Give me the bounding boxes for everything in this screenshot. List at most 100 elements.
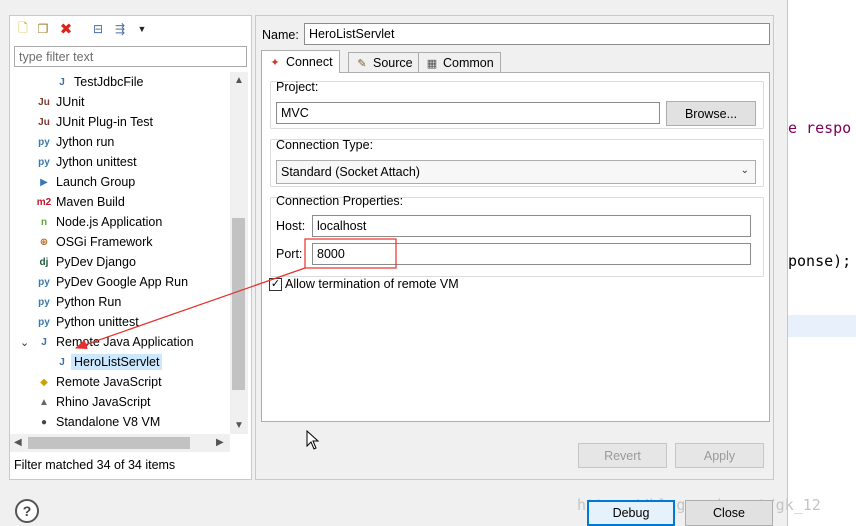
apply-button[interactable]: Apply [675,443,764,468]
delete-config-icon[interactable]: ✖ [57,21,75,38]
help-icon[interactable]: ? [15,499,39,523]
tree-item-osgi[interactable]: ⊕ OSGi Framework [36,232,153,252]
expand-chevron-icon[interactable]: ⌄ [20,336,29,349]
filter-status-text: Filter matched 34 of 34 items [14,458,176,472]
name-field[interactable]: HeroListServlet [304,23,770,45]
connection-type-select[interactable]: Standard (Socket Attach) ⌄ [276,160,756,184]
tab-label: Common [443,56,494,70]
filter-config-icon[interactable]: ⇶ [111,21,129,37]
scroll-left-icon[interactable]: ◀ [14,437,22,448]
launch-type-icon: J [41,336,47,348]
tree-item-python-unittest[interactable]: py Python unittest [36,312,139,332]
launch-type-icon: ● [40,416,48,428]
tree-item-label: Python Run [56,295,122,309]
host-field[interactable]: localhost [312,215,751,237]
tab-connect[interactable]: ✦ Connect [261,50,340,73]
view-menu-chevron-icon[interactable]: ▼ [133,21,151,37]
launch-type-icon: py [38,136,50,148]
scrollbar-thumb[interactable] [232,218,245,390]
host-label: Host: [276,219,306,233]
tree-item-v8[interactable]: ● Standalone V8 VM [36,412,160,432]
launch-type-icon: py [38,276,50,288]
launch-type-icon: py [38,296,50,308]
tree-item-label: Standalone V8 VM [56,415,161,429]
tree-item-maven-build[interactable]: m2 Maven Build [36,192,125,212]
tree-item-remote-javascript[interactable]: ◆ Remote JavaScript [36,372,162,392]
tree-item-label: JUnit Plug-in Test [56,115,154,129]
launch-config-list-panel: 🗋 ❐ ✖ ⊟ ⇶ ▼ J TestJdbcFile Ju JUnit Ju JUnit … [9,15,252,480]
scroll-up-icon[interactable]: ▲ [234,75,244,86]
collapse-all-icon[interactable]: ⊟ [89,21,107,37]
tree-item-jython-unittest[interactable]: py Jython unittest [36,152,136,172]
tree-item-label: Remote JavaScript [56,375,162,389]
tree-item-label: Launch Group [56,175,136,189]
tree-item-junit[interactable]: Ju JUnit [36,92,84,112]
tab-label: Source [373,56,413,70]
tree-item-launch-group[interactable]: ▶ Launch Group [36,172,135,192]
connection-properties-label: Connection Properties: [276,194,404,208]
launch-type-icon: dj [39,256,49,268]
tree-item-label: Node.js Application [56,215,163,229]
name-label: Name: [262,28,299,42]
tree-item-herolistservlet[interactable]: J HeroListServlet [54,352,163,372]
launch-type-icon: Ju [38,96,50,108]
tree-item-nodejs[interactable]: n Node.js Application [36,212,162,232]
launch-type-icon: J [59,76,65,88]
launch-type-icon: Ju [38,116,50,128]
tree-item-label: Maven Build [56,195,125,209]
chevron-down-icon: ⌄ [740,165,749,176]
source-icon: ✎ [357,57,367,70]
config-editor-panel: Name: HeroListServlet ✦ Connect ✎ Source… [255,15,774,480]
tree-item-junit-plugin[interactable]: Ju JUnit Plug-in Test [36,112,153,132]
revert-button[interactable]: Revert [578,443,667,468]
tree-item-label: PyDev Django [56,255,136,269]
tree-item-pydev-django[interactable]: dj PyDev Django [36,252,136,272]
new-config-icon[interactable]: 🗋 [14,21,32,37]
background-editor: e respo ponse); [787,0,856,526]
tree-item-remote-java[interactable]: J Remote Java Application [36,332,193,352]
launch-type-icon: ▶ [40,176,48,188]
close-button[interactable]: Close [685,500,773,526]
launch-type-icon: ⊕ [39,236,49,248]
tree-item-python-run[interactable]: py Python Run [36,292,121,312]
scroll-down-icon[interactable]: ▼ [234,420,244,431]
mouse-cursor-icon [306,430,320,450]
browse-button[interactable]: Browse... [666,101,756,126]
tree-item-label: Rhino JavaScript [56,395,151,409]
scroll-right-icon[interactable]: ▶ [216,437,224,448]
launch-type-icon: J [59,356,65,368]
tree-item-rhino[interactable]: ▲ Rhino JavaScript [36,392,151,412]
common-icon: ▦ [426,57,438,70]
launch-config-tree: J TestJdbcFile Ju JUnit Ju JUnit Plug-in Test… [10,72,230,434]
tree-horizontal-scrollbar[interactable]: ◀ ▶ [10,434,230,452]
selected-option: Standard (Socket Attach) [281,165,420,179]
connection-properties-group [270,197,764,277]
tab-source[interactable]: ✎ Source [348,52,420,73]
launch-type-icon: py [38,316,50,328]
tree-item-label: JUnit [56,95,85,109]
code-line: ponse); [788,252,852,270]
code-line: e respo [788,119,852,137]
filter-input[interactable] [14,46,247,67]
port-field[interactable]: 8000 [312,243,751,265]
launch-type-icon: m2 [36,196,52,208]
debug-button[interactable]: Debug [587,500,675,526]
tree-item-label: Jython run [56,135,115,149]
tree-item-jython-run[interactable]: py Jython run [36,132,114,152]
duplicate-config-icon[interactable]: ❐ [34,21,52,37]
launch-type-icon: n [40,216,48,228]
allow-termination-label: Allow termination of remote VM [285,277,459,291]
tree-vertical-scrollbar[interactable]: ▲ ▼ [230,72,248,434]
tree-item-label: Python unittest [56,315,139,329]
tree-item-testjdbcfile[interactable]: J TestJdbcFile [54,72,143,92]
tree-item-pydev-google-app[interactable]: py PyDev Google App Run [36,272,188,292]
project-field[interactable]: MVC [276,102,660,124]
connect-tab-content: Project: MVC Browse... Connection Type: … [261,72,770,422]
tree-item-label: HeroListServlet [71,354,163,370]
launch-type-icon: ◆ [40,376,48,388]
tab-common[interactable]: ▦ Common [418,52,501,73]
tree-item-label: OSGi Framework [56,235,153,249]
tab-label: Connect [286,55,333,69]
scrollbar-thumb[interactable] [28,437,190,449]
allow-termination-checkbox[interactable]: ✓ [269,278,282,291]
